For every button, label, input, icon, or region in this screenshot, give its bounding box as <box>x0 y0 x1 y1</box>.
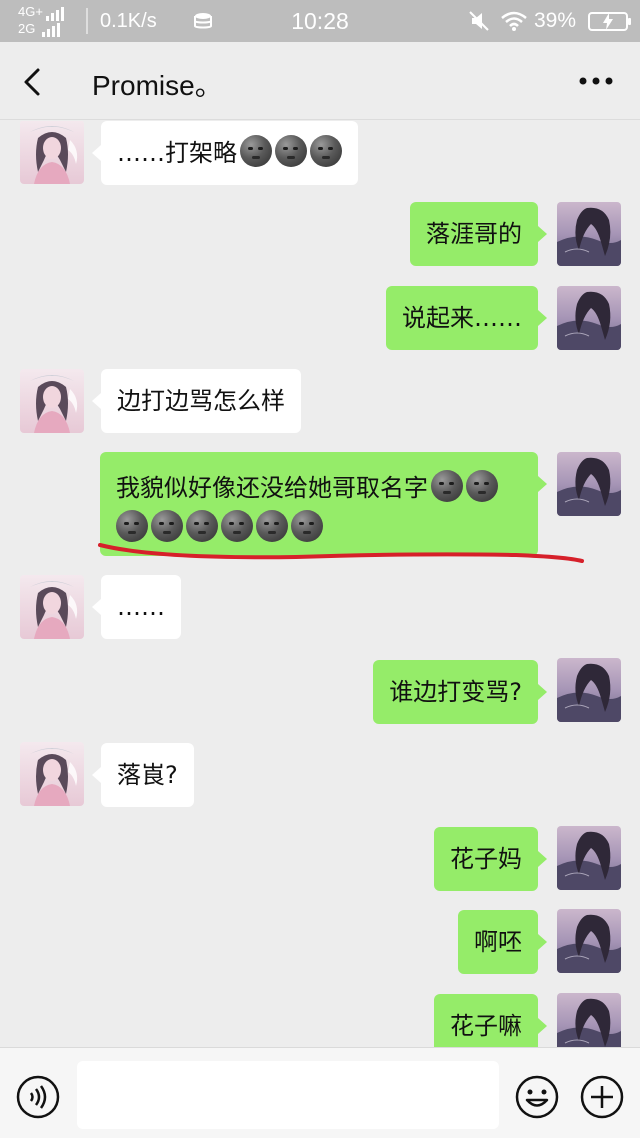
voice-icon[interactable] <box>16 1075 60 1119</box>
my-avatar[interactable] <box>557 909 621 973</box>
chat-title: Promise。 <box>92 70 223 101</box>
chevron-left-icon[interactable] <box>18 66 46 98</box>
dark-moon-emoji-icon <box>240 135 272 167</box>
message-text: …… <box>117 593 165 621</box>
message-text: 落崀? <box>117 761 178 789</box>
message-text: 谁边打变骂? <box>389 678 522 706</box>
message-bubble-outgoing[interactable]: 说起来…… <box>386 286 547 350</box>
message-list[interactable]: ……打架略 落涯哥的 说起来…… 边打边骂怎么样 我貌似好像还没给她哥取名字 …… <box>0 121 640 1047</box>
contact-avatar[interactable] <box>20 742 84 806</box>
dark-moon-emoji-icon <box>275 135 307 167</box>
message-bubble-incoming[interactable]: 边打边骂怎么样 <box>92 369 301 433</box>
status-bar: 4G+ 2G 0.1K/s 10:28 39% <box>0 0 640 42</box>
dark-moon-emoji-icon <box>310 135 342 167</box>
my-avatar[interactable] <box>557 826 621 890</box>
message-text: 花子嘛 <box>450 1012 522 1040</box>
message-bubble-outgoing[interactable]: 落涯哥的 <box>410 202 547 266</box>
message-bubble-outgoing[interactable]: 花子嘛 <box>434 994 547 1047</box>
wifi-icon <box>501 11 527 31</box>
my-avatar[interactable] <box>557 286 621 350</box>
message-bubble-outgoing[interactable]: 谁边打变骂? <box>373 660 547 724</box>
message-text: 落涯哥的 <box>426 220 522 248</box>
message-bubble-incoming[interactable]: …… <box>92 575 181 639</box>
message-bubble-incoming[interactable]: 落崀? <box>92 743 194 807</box>
contact-avatar[interactable] <box>20 575 84 639</box>
message-text: 说起来…… <box>402 304 522 332</box>
message-text: ……打架略 <box>117 139 237 167</box>
my-avatar[interactable] <box>557 993 621 1047</box>
message-input[interactable] <box>77 1061 499 1129</box>
message-text: 边打边骂怎么样 <box>117 387 285 415</box>
more-dots-icon[interactable] <box>578 76 614 86</box>
dark-moon-emoji-icon <box>431 470 463 502</box>
red-underline-annotation <box>98 543 584 563</box>
message-bubble-outgoing[interactable]: 啊呸 <box>458 910 547 974</box>
message-bubble-outgoing[interactable]: 花子妈 <box>434 827 547 891</box>
battery-percent: 39% <box>534 9 577 32</box>
contact-avatar[interactable] <box>20 121 84 184</box>
my-avatar[interactable] <box>557 658 621 722</box>
emoji-icon[interactable] <box>515 1075 559 1119</box>
battery-icon <box>588 12 631 31</box>
message-text: 啊呸 <box>474 928 522 956</box>
my-avatar[interactable] <box>557 452 621 516</box>
message-bubble-incoming[interactable]: ……打架略 <box>92 121 358 185</box>
message-text: 我貌似好像还没给她哥取名字 <box>116 474 428 502</box>
mute-icon <box>469 11 489 31</box>
message-text: 花子妈 <box>450 845 522 873</box>
input-bar <box>0 1047 640 1138</box>
charging-icon <box>603 13 613 30</box>
contact-avatar[interactable] <box>20 369 84 433</box>
plus-icon[interactable] <box>580 1075 624 1119</box>
my-avatar[interactable] <box>557 202 621 266</box>
chat-header: Promise。 <box>0 42 640 120</box>
dark-moon-emoji-icon <box>466 470 498 502</box>
